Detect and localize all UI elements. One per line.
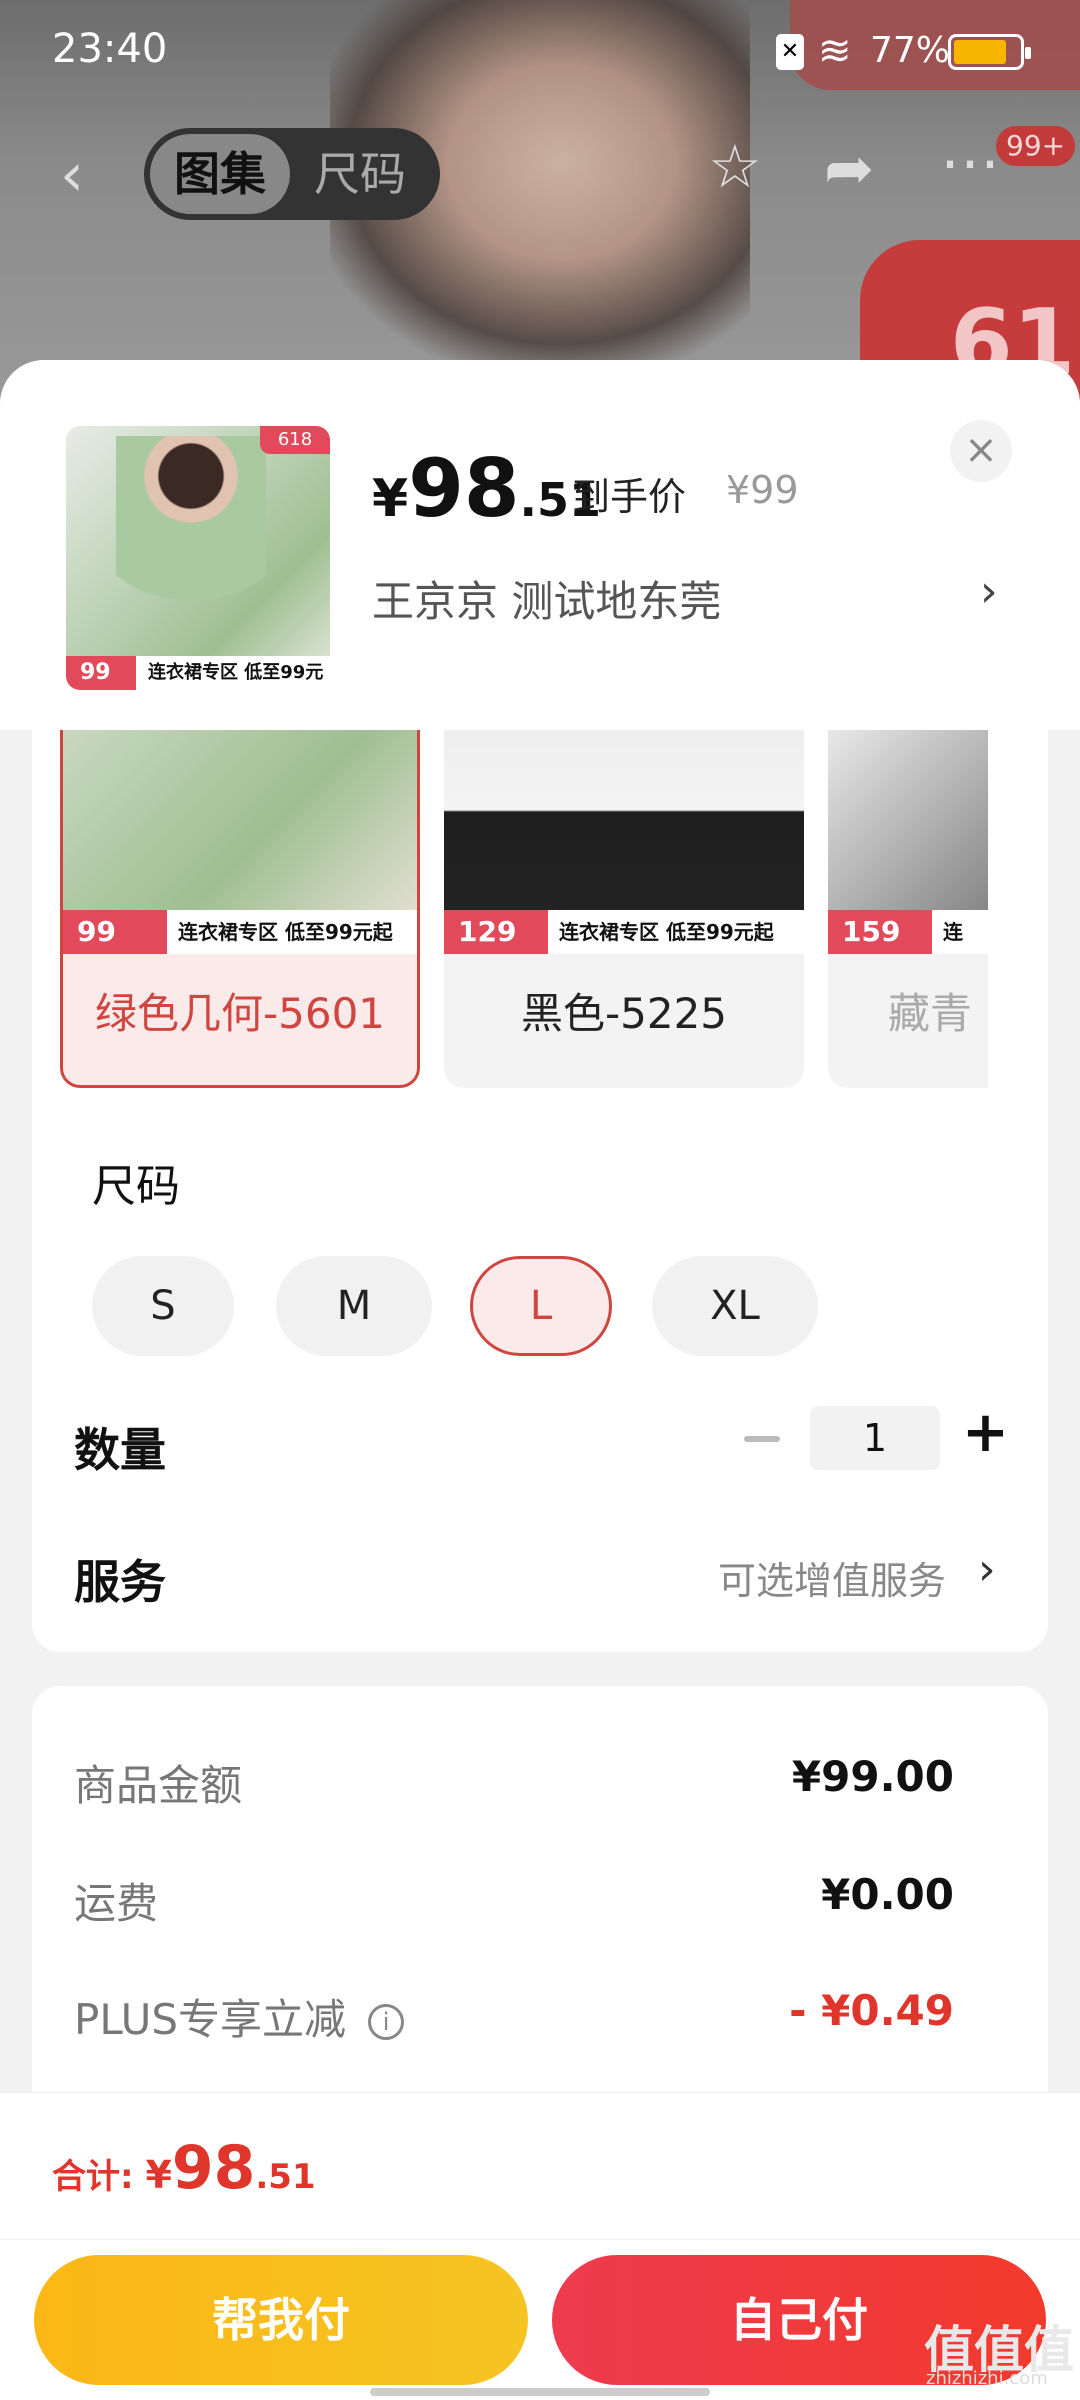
amount-value: ¥99.00 xyxy=(791,1752,954,1801)
color-label: 绿色几何-5601 xyxy=(94,989,386,1038)
amount-key: 商品金额 xyxy=(74,1761,243,1810)
tab-size[interactable]: 尺码 xyxy=(314,134,424,214)
sim-icon: ✕ xyxy=(776,34,804,70)
color-price: 129 xyxy=(444,910,548,954)
color-label: 黑色-5225 xyxy=(520,989,728,1038)
thumb-price: 99 xyxy=(66,656,136,690)
quantity-label: 数量 xyxy=(74,1423,166,1477)
color-options: 连衣裙专区 低至99元起 99 绿色几何-5601 连衣裙专区 低至99元起 1… xyxy=(60,730,988,1092)
size-option-m[interactable]: M xyxy=(276,1256,432,1356)
checkout-bar: 合计: ¥98.51 帮我付 自己付 xyxy=(0,2092,1080,2400)
header-price: ¥98.51 xyxy=(372,442,602,535)
delivery-address[interactable]: 王京京 测试地东莞 xyxy=(372,568,721,629)
size-option-xl[interactable]: XL xyxy=(652,1256,818,1356)
quantity-input[interactable]: 1 xyxy=(810,1406,940,1470)
color-option-black[interactable]: 连衣裙专区 低至99元起 129 黑色-5225 xyxy=(444,730,804,1088)
help-pay-button[interactable]: 帮我付 xyxy=(34,2255,528,2385)
divider xyxy=(0,2239,1080,2240)
back-icon[interactable]: ‹ xyxy=(60,140,84,210)
app-root: 618 23:40 ✕ ≋ 77% ‹ 图集 尺码 ☆ ➦ ⋯ 99+ 618 … xyxy=(0,0,1080,2400)
amount-key: 运费 xyxy=(74,1879,159,1928)
size-title: 尺码 xyxy=(92,1161,180,1212)
original-price: ¥99 xyxy=(726,468,799,512)
color-image xyxy=(828,730,988,930)
thumb-sale-tag: 618 xyxy=(260,426,330,454)
color-option-navy[interactable]: 连 159 藏青 xyxy=(828,730,988,1088)
battery-percent: 77% xyxy=(870,30,951,71)
share-icon[interactable]: ➦ xyxy=(824,134,874,204)
status-bar: 23:40 ✕ ≋ 77% xyxy=(0,0,1080,100)
chevron-right-icon[interactable]: › xyxy=(978,1544,996,1595)
color-image xyxy=(63,730,417,930)
chevron-right-icon[interactable]: › xyxy=(980,566,998,617)
service-label: 服务 xyxy=(74,1555,166,1609)
close-button[interactable]: × xyxy=(950,420,1012,482)
color-image xyxy=(444,730,804,930)
watermark-url: zhizhizhi.com xyxy=(926,2368,1048,2389)
quantity-plus-button[interactable]: + xyxy=(962,1400,1009,1465)
color-price: 99 xyxy=(63,910,167,954)
message-badge: 99+ xyxy=(996,126,1076,166)
price-label: 到手价 xyxy=(572,475,687,519)
amount-value: - ¥0.49 xyxy=(789,1986,954,2035)
color-label: 藏青 xyxy=(888,989,973,1038)
color-price: 159 xyxy=(828,910,932,954)
size-option-l[interactable]: L xyxy=(470,1256,612,1356)
color-option-green[interactable]: 连衣裙专区 低至99元起 99 绿色几何-5601 xyxy=(60,730,420,1088)
sheet-header: 618 连衣裙专区 低至99元起 99 ¥98.51 到手价 ¥99 王京京 测… xyxy=(0,360,1080,730)
star-icon[interactable]: ☆ xyxy=(708,132,762,202)
amount-value: ¥0.00 xyxy=(821,1870,954,1919)
battery-icon xyxy=(948,34,1031,70)
gallery-segment-control: 图集 尺码 xyxy=(144,128,440,220)
wifi-icon: ≋ xyxy=(818,28,852,74)
info-icon[interactable]: i xyxy=(368,2004,405,2040)
service-value[interactable]: 可选增值服务 xyxy=(718,1550,946,1605)
amount-key: PLUS专享立减 i xyxy=(74,1986,405,2047)
status-time: 23:40 xyxy=(52,26,168,72)
more-icon[interactable]: ⋯ xyxy=(940,128,1000,198)
total-price: 合计: ¥98.51 xyxy=(52,2133,316,2203)
quantity-minus-button[interactable] xyxy=(744,1436,780,1442)
tab-gallery[interactable]: 图集 xyxy=(150,134,290,214)
home-indicator[interactable] xyxy=(370,2388,710,2396)
size-option-s[interactable]: S xyxy=(92,1256,234,1356)
product-thumbnail: 618 连衣裙专区 低至99元起 99 xyxy=(66,426,330,690)
close-icon: × xyxy=(964,427,998,473)
